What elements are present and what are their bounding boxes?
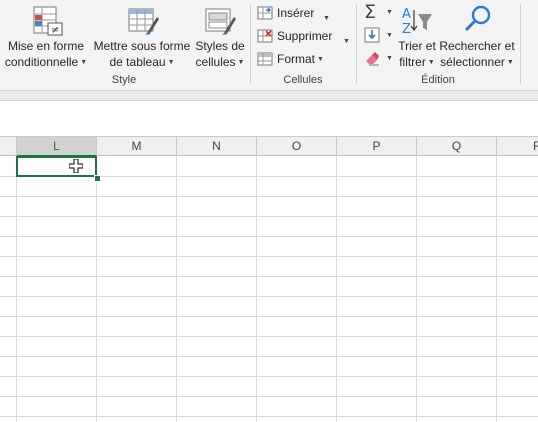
cell-styles-icon [205,8,236,35]
clear-button[interactable]: ▼ [364,49,394,69]
column-header-m[interactable]: M [97,137,177,156]
cell-select-cursor-icon [69,159,83,173]
column-header-n[interactable]: N [177,137,257,156]
cell-styles-button[interactable]: Styles de cellules ▼ [194,0,246,72]
fill-down-icon [364,27,380,43]
sort-filter-button[interactable]: A Z Trier et filtrer ▼ [396,0,438,72]
chevron-down-icon: ▼ [167,59,175,66]
autosum-icon: Σ [364,1,377,23]
conditional-formatting-label-2: conditionnelle ▼ [4,55,88,69]
chevron-down-icon: ▼ [80,59,88,66]
cells-group-label: Cellules [283,74,323,86]
chevron-down-icon: ▼ [317,56,324,63]
fill-button[interactable]: ▼ [364,26,394,46]
find-select-button[interactable]: Rechercher et sélectionner ▼ [439,0,515,72]
column-header-k[interactable] [0,137,17,156]
chevron-down-icon: ▼ [386,55,393,62]
insert-cells-icon [257,6,273,20]
group-separator [250,4,251,84]
delete-cells-icon [257,29,273,43]
gridline [0,236,538,237]
insert-button[interactable]: Insérer ▼ [257,3,337,23]
conditional-formatting-icon: ≠ [33,6,63,36]
chevron-down-icon: ▼ [506,59,514,66]
group-separator [520,4,521,84]
active-cell[interactable] [16,156,97,177]
autosum-button[interactable]: Σ ▼ [364,1,394,23]
gridline [0,296,538,297]
conditional-formatting-label-1: Mise en forme [7,39,85,53]
format-as-table-label-2: de tableau ▼ [109,55,175,69]
gridline [0,276,538,277]
delete-button[interactable]: Supprimer ▼ [257,26,350,46]
svg-text:A: A [402,7,411,22]
column-header-p[interactable]: P [337,137,417,156]
gridline [0,396,538,397]
cell-styles-label-2: cellules ▼ [195,55,245,69]
conditional-formatting-button[interactable]: ≠ Mise en forme conditionnelle ▼ [2,0,90,72]
sort-filter-label-2: filtrer ▼ [399,55,435,69]
svg-text:Z: Z [402,22,411,36]
editing-group-label: Édition [421,74,455,86]
gridline [0,356,538,357]
search-icon [464,5,491,32]
cell-styles-label-1: Styles de [195,39,245,53]
formula-bar-strip [0,91,538,101]
gridline [0,336,538,337]
sort-filter-label-1: Trier et [398,39,436,53]
format-as-table-icon [128,8,159,35]
gridline [0,316,538,317]
format-button[interactable]: Format ▼ [257,49,327,69]
format-cells-icon [257,52,273,66]
find-select-label-1: Rechercher et [439,39,515,53]
ribbon: ≠ Mise en forme conditionnelle ▼ Mettre s… [0,0,538,91]
format-label: Format ▼ [277,49,324,70]
chevron-down-icon: ▼ [427,59,435,66]
svg-text:≠: ≠ [51,25,59,36]
find-select-label-2: sélectionner ▼ [440,55,514,69]
gridline [0,196,538,197]
column-header-q[interactable]: Q [417,137,497,156]
format-as-table-label-1: Mettre sous forme [93,39,191,53]
column-headers: L M N O P Q R [0,136,538,157]
fill-handle[interactable] [94,175,101,182]
style-group-label: Style [111,74,137,86]
gridline [0,416,538,417]
eraser-icon [366,52,379,66]
format-as-table-button[interactable]: Mettre sous forme de tableau ▼ [93,0,191,72]
chevron-down-icon: ▼ [386,32,393,39]
gridline [0,376,538,377]
sort-filter-icon: A Z [402,7,432,36]
gridline [0,256,538,257]
column-header-o[interactable]: O [257,137,337,156]
column-header-l[interactable]: L [17,137,97,157]
group-separator [356,4,357,84]
spreadsheet-grid[interactable]: L M N O P Q R [0,136,538,422]
insert-label: Insérer [277,6,315,20]
column-header-r[interactable]: R [497,137,538,156]
chevron-down-icon: ▼ [386,9,393,16]
chevron-down-icon: ▼ [343,38,350,45]
gridline [0,216,538,217]
delete-label: Supprimer [277,29,333,43]
chevron-down-icon: ▼ [237,59,245,66]
